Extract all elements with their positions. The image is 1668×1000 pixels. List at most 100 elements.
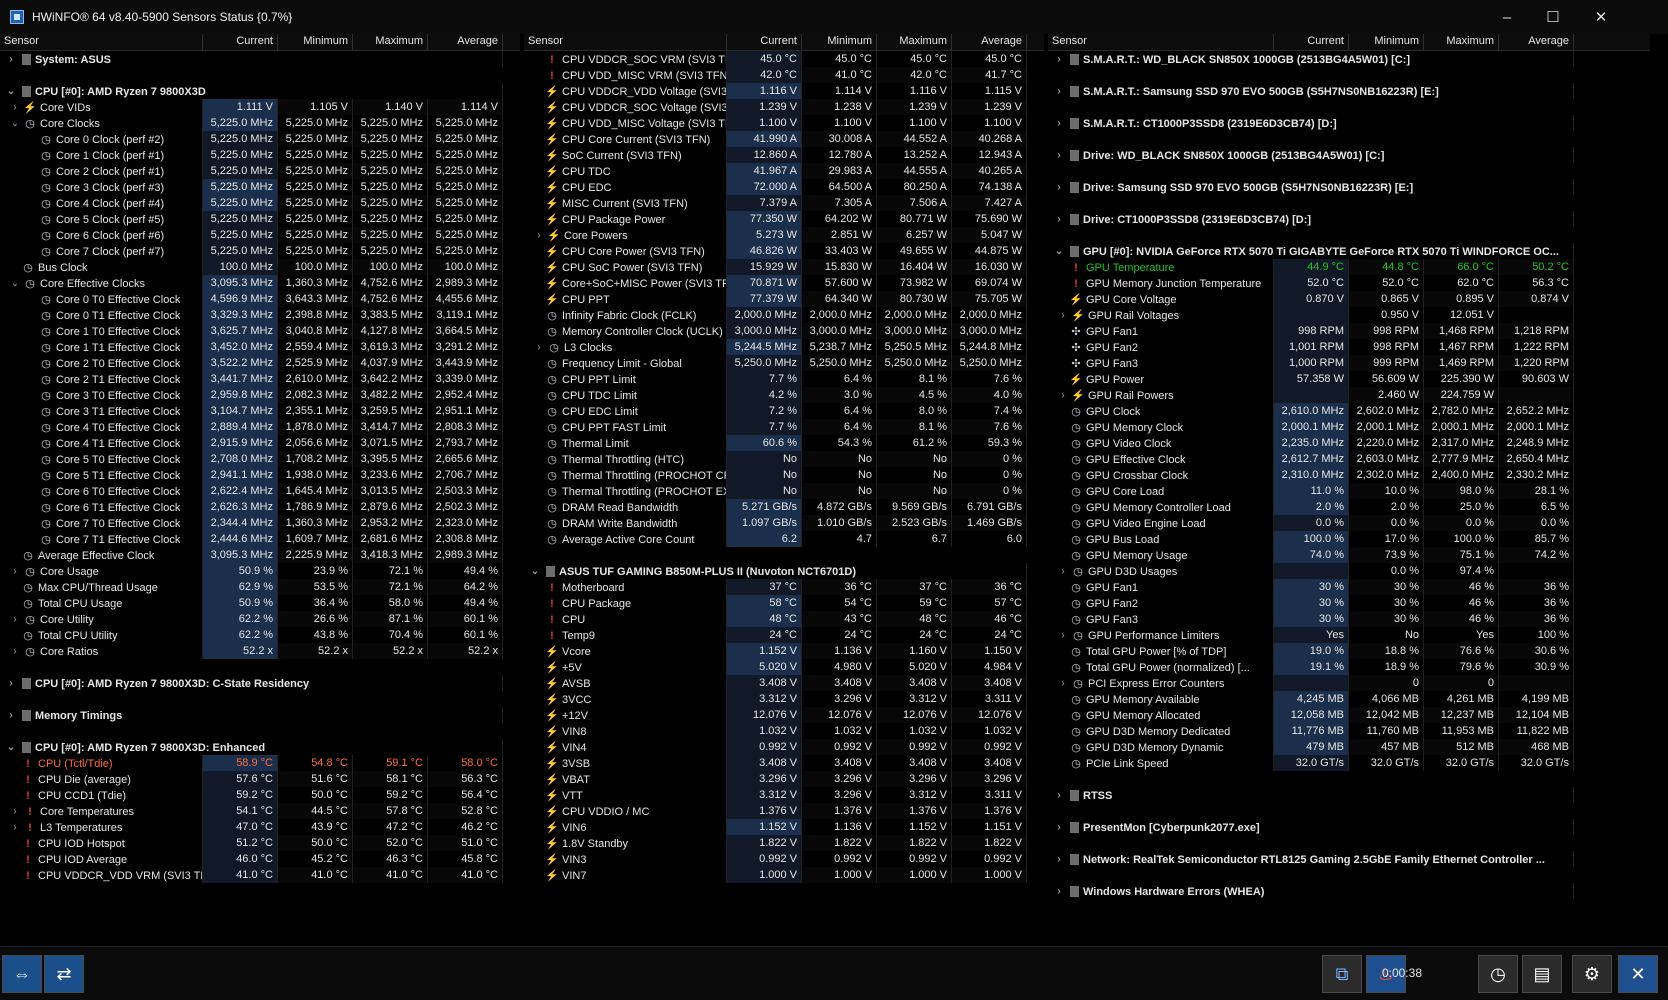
sensor-row[interactable]: ! GPU Memory Junction Temperature 52.0 °C 5…	[1048, 275, 1650, 291]
sensor-row[interactable]: ! CPU Package 58 °C 54 °C 59 °C 57 °C	[524, 595, 1044, 611]
sensor-row[interactable]: ⚡ +12V 12.076 V 12.076 V 12.076 V 12.076 V	[524, 707, 1044, 723]
sensor-row[interactable]: ◷ Average Active Core Count 6.2 4.7 6.7 6.0	[524, 531, 1044, 547]
sensor-group[interactable]: ⌄ CPU [#0]: AMD Ryzen 7 9800X3D: Enhanced	[0, 739, 520, 755]
sensor-row[interactable]: ⚡ CPU VDD_MISC Voltage (SVI3 TFN) 1.100 V1…	[524, 115, 1044, 131]
collapsed-chevron-icon[interactable]: ›	[1052, 85, 1066, 99]
sensor-row[interactable]: ◷ Total GPU Power (normalized) [... 19.1 %…	[1048, 659, 1650, 675]
sensor-row[interactable]: ◷ Core 2 T1 Effective Clock 3,441.7 MHz 2,6…	[0, 371, 520, 387]
sensor-group[interactable]: › PresentMon [Cyberpunk2077.exe]	[1048, 819, 1650, 835]
sensor-row[interactable]: ✣ GPU Fan2 1,001 RPM 998 RPM 1,467 RPM 1,222 …	[1048, 339, 1650, 355]
sensor-row[interactable]: ◷ GPU Core Load 11.0 % 10.0 % 98.0 % 28.1 %	[1048, 483, 1650, 499]
sensor-group[interactable]: › CPU [#0]: AMD Ryzen 7 9800X3D: C-State …	[0, 675, 520, 691]
sensor-row[interactable]: ⚡ CPU Core Current (SVI3 TFN) 41.990 A 30.0…	[524, 131, 1044, 147]
arrows-collapse-icon[interactable]: ⇄	[44, 955, 84, 993]
sensor-row[interactable]: ◷ Core 2 Clock (perf #1) 5,225.0 MHz 5,225.…	[0, 163, 520, 179]
sensor-row[interactable]: › ⚡ GPU Rail Voltages 0.950 V 12.051 V	[1048, 307, 1650, 323]
sensor-row[interactable]: ⚡ CPU SoC Power (SVI3 TFN) 15.929 W 15.830 …	[524, 259, 1044, 275]
sensor-row[interactable]: ◷ Infinity Fabric Clock (FCLK) 2,000.0 MHz…	[524, 307, 1044, 323]
collapsed-chevron-icon[interactable]: ›	[532, 341, 546, 355]
sensor-row[interactable]: ◷ Core 3 T1 Effective Clock 3,104.7 MHz 2,3…	[0, 403, 520, 419]
sensor-group[interactable]: › S.M.A.R.T.: WD_BLACK SN850X 1000GB (251…	[1048, 51, 1650, 67]
expanded-chevron-icon[interactable]: ⌄	[8, 117, 22, 131]
sensor-row[interactable]: ◷ Core 3 T0 Effective Clock 2,959.8 MHz 2,0…	[0, 387, 520, 403]
column-header[interactable]: Sensor	[0, 34, 203, 50]
sensor-row[interactable]: ⚡ VIN4 0.992 V 0.992 V 0.992 V 0.992 V	[524, 739, 1044, 755]
sensor-row[interactable]: ⚡ CPU VDDCR_VDD Voltage (SVI3 ... 1.116 V1…	[524, 83, 1044, 99]
collapsed-chevron-icon[interactable]: ›	[1056, 565, 1070, 579]
column-header[interactable]: Minimum	[802, 34, 877, 50]
collapsed-chevron-icon[interactable]: ›	[1052, 853, 1066, 867]
sensor-row[interactable]: › ⚡ GPU Rail Powers 2.460 W 224.759 W	[1048, 387, 1650, 403]
sensor-row[interactable]: ◷ Core 4 T0 Effective Clock 2,889.4 MHz 1,8…	[0, 419, 520, 435]
column-header[interactable]: Minimum	[278, 34, 353, 50]
sensor-row[interactable]: ◷ DRAM Write Bandwidth 1.097 GB/s 1.010 GB/…	[524, 515, 1044, 531]
sensor-row[interactable]: ! CPU IOD Hotspot 51.2 °C 50.0 °C 52.0 °C 51.…	[0, 835, 520, 851]
sensor-row[interactable]: ⚡ CPU EDC 72.000 A 64.500 A 80.250 A 74.138 A	[524, 179, 1044, 195]
sensor-group[interactable]: › Windows Hardware Errors (WHEA)	[1048, 883, 1650, 899]
collapsed-chevron-icon[interactable]: ›	[1056, 629, 1070, 643]
column-header[interactable]: Average	[1499, 34, 1574, 50]
collapsed-chevron-icon[interactable]: ›	[8, 821, 22, 835]
sensor-row[interactable]: ◷ GPU Fan2 30 % 30 % 46 % 36 %	[1048, 595, 1650, 611]
sensor-row[interactable]: ! CPU VDDCR_SOC VRM (SVI3 TFN) 45.0 °C 45.0…	[524, 51, 1044, 67]
sensor-row[interactable]: ◷ GPU Memory Available 4,245 MB 4,066 MB 4,2…	[1048, 691, 1650, 707]
sensor-row[interactable]: ◷ Total CPU Utility 62.2 % 43.8 % 70.4 % 60.1…	[0, 627, 520, 643]
sensor-row[interactable]: ◷ GPU Memory Controller Load 2.0 % 2.0 % 25.…	[1048, 499, 1650, 515]
collapsed-chevron-icon[interactable]: ›	[4, 709, 18, 723]
sensor-row[interactable]: › ◷ Core Usage 50.9 % 23.9 % 72.1 % 49.4 %	[0, 563, 520, 579]
sensor-row[interactable]: ! GPU Temperature 44.9 °C 44.8 °C 66.0 °C 50.…	[1048, 259, 1650, 275]
sensor-row[interactable]: ◷ Core 3 Clock (perf #3) 5,225.0 MHz 5,225.…	[0, 179, 520, 195]
sensor-row[interactable]: ⚡ CPU Core Power (SVI3 TFN) 46.826 W 33.403…	[524, 243, 1044, 259]
expanded-chevron-icon[interactable]: ⌄	[8, 277, 22, 291]
sensor-group[interactable]: › Memory Timings	[0, 707, 520, 723]
column-header[interactable]: Current	[1274, 34, 1349, 50]
sensor-row[interactable]: ⚡ +5V 5.020 V 4.980 V 5.020 V 4.984 V	[524, 659, 1044, 675]
collapsed-chevron-icon[interactable]: ›	[8, 613, 22, 627]
column-header[interactable]: Sensor	[1048, 34, 1274, 50]
collapsed-chevron-icon[interactable]: ›	[1056, 389, 1070, 403]
collapsed-chevron-icon[interactable]: ›	[1056, 309, 1070, 323]
column-header[interactable]: Minimum	[1349, 34, 1424, 50]
column-header[interactable]: Maximum	[877, 34, 952, 50]
sensor-row[interactable]: ⚡ VIN8 1.032 V 1.032 V 1.032 V 1.032 V	[524, 723, 1044, 739]
sensor-group[interactable]: › S.M.A.R.T.: CT1000P3SSD8 (2319E6D3CB74)…	[1048, 115, 1650, 131]
expanded-chevron-icon[interactable]: ⌄	[1052, 245, 1066, 259]
expanded-chevron-icon[interactable]: ⌄	[4, 85, 18, 99]
close-button[interactable]: ✕	[1578, 0, 1624, 34]
close-sensors-icon[interactable]: ✕	[1618, 955, 1658, 993]
sensor-row[interactable]: ◷ GPU Bus Load 100.0 % 17.0 % 100.0 % 85.7 %	[1048, 531, 1650, 547]
sensor-row[interactable]: ! CPU CCD1 (Tdie) 59.2 °C 50.0 °C 59.2 °C 56.…	[0, 787, 520, 803]
sensor-row[interactable]: ◷ Total CPU Usage 50.9 % 36.4 % 58.0 % 49.4 %	[0, 595, 520, 611]
sensor-group[interactable]: › RTSS	[1048, 787, 1650, 803]
collapsed-chevron-icon[interactable]: ›	[8, 645, 22, 659]
sensor-row[interactable]: ⚡ GPU Core Voltage 0.870 V 0.865 V 0.895 V 0.…	[1048, 291, 1650, 307]
sensor-row[interactable]: ◷ Thermal Throttling (PROCHOT CPU) No No No 0…	[524, 467, 1044, 483]
collapsed-chevron-icon[interactable]: ›	[1052, 789, 1066, 803]
collapsed-chevron-icon[interactable]: ›	[1052, 149, 1066, 163]
sensor-row[interactable]: ! CPU VDD_MISC VRM (SVI3 TFN) 42.0 °C 41.0 …	[524, 67, 1044, 83]
sensor-row[interactable]: ⚡ 1.8V Standby 1.822 V 1.822 V 1.822 V 1.822 …	[524, 835, 1044, 851]
column-header[interactable]: Average	[952, 34, 1027, 50]
sensor-group[interactable]: ⌄ ASUS TUF GAMING B850M-PLUS II (Nuvoton …	[524, 563, 1044, 579]
sensor-row[interactable]: ⚡ VBAT 3.296 V 3.296 V 3.296 V 3.296 V	[524, 771, 1044, 787]
sensor-row[interactable]: ◷ CPU TDC Limit 4.2 % 3.0 % 4.5 % 4.0 %	[524, 387, 1044, 403]
sensor-group[interactable]: ⌄ GPU [#0]: NVIDIA GeForce RTX 5070 Ti GI…	[1048, 243, 1650, 259]
sensor-row[interactable]: ◷ GPU Memory Clock 2,000.1 MHz 2,000.1 MHz 2…	[1048, 419, 1650, 435]
sensor-row[interactable]: ◷ Core 1 T0 Effective Clock 3,625.7 MHz 3,0…	[0, 323, 520, 339]
sensor-row[interactable]: ◷ Core 5 Clock (perf #5) 5,225.0 MHz 5,225.…	[0, 211, 520, 227]
sensor-row[interactable]: ◷ Thermal Limit 60.6 % 54.3 % 61.2 % 59.3 %	[524, 435, 1044, 451]
sensor-row[interactable]: ◷ GPU Video Engine Load 0.0 % 0.0 % 0.0 % 0.0…	[1048, 515, 1650, 531]
sensor-row[interactable]: ◷ GPU Video Clock 2,235.0 MHz 2,220.0 MHz 2,…	[1048, 435, 1650, 451]
sensor-row[interactable]: ◷ Max CPU/Thread Usage 62.9 % 53.5 % 72.1 % 6…	[0, 579, 520, 595]
collapsed-chevron-icon[interactable]: ›	[1052, 181, 1066, 195]
sensor-row[interactable]: ◷ Core 6 T1 Effective Clock 2,626.3 MHz 1,7…	[0, 499, 520, 515]
sensor-row[interactable]: ⚡ CPU VDDIO / MC 1.376 V 1.376 V 1.376 V 1.37…	[524, 803, 1044, 819]
sensor-group[interactable]: › Drive: Samsung SSD 970 EVO 500GB (S5H7N…	[1048, 179, 1650, 195]
sensor-row[interactable]: ⚡ 3VSB 3.408 V 3.408 V 3.408 V 3.408 V	[524, 755, 1044, 771]
clock-icon[interactable]: ◷	[1478, 955, 1518, 993]
sensor-row[interactable]: › ◷ Core Ratios 52.2 x 52.2 x 52.2 x 52.2 x	[0, 643, 520, 659]
sensor-row[interactable]: ◷ Core 6 Clock (perf #6) 5,225.0 MHz 5,225.…	[0, 227, 520, 243]
sensor-row[interactable]: ⚡ CPU PPT 77.379 W 64.340 W 80.730 W 75.705 W	[524, 291, 1044, 307]
sensor-row[interactable]: ◷ Total GPU Power [% of TDP] 19.0 % 18.8 % 7…	[1048, 643, 1650, 659]
sensor-row[interactable]: ⚡ VTT 3.312 V 3.296 V 3.312 V 3.311 V	[524, 787, 1044, 803]
